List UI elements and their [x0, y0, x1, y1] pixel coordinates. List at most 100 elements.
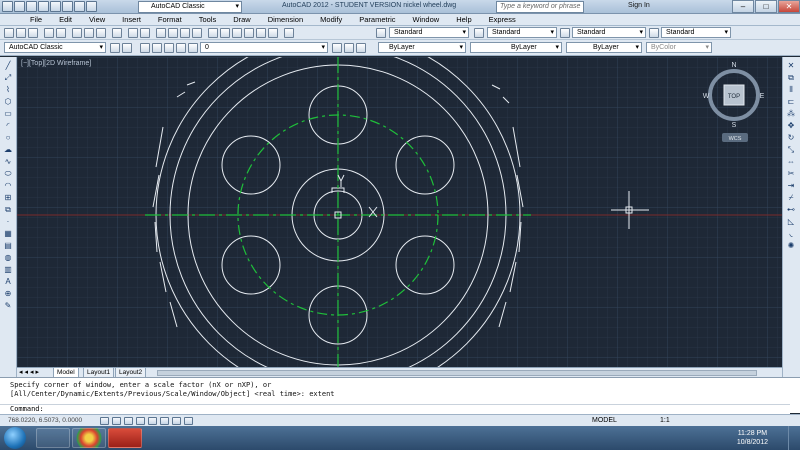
insert-block-icon[interactable]: ⊞ [3, 193, 13, 202]
menu-dimension[interactable]: Dimension [268, 14, 303, 25]
horizontal-scrollbar[interactable] [157, 370, 757, 376]
drawing-canvas[interactable]: TOP N S E W WCS [17, 57, 782, 367]
table-icon[interactable]: ▥ [3, 265, 13, 274]
copy-icon[interactable] [84, 28, 94, 38]
calculator-icon[interactable] [268, 28, 278, 38]
extend-icon[interactable]: ⇥ [786, 181, 796, 190]
sun-freeze-icon[interactable] [164, 43, 174, 53]
fillet-icon[interactable]: ◟ [786, 229, 796, 238]
lightbulb-icon[interactable] [152, 43, 162, 53]
model-space-button[interactable]: MODEL [592, 417, 617, 424]
layer-select[interactable]: 0 [200, 42, 328, 53]
lineweight-select[interactable]: ByLayer [566, 42, 642, 53]
dim-style-icon[interactable] [474, 28, 484, 38]
polyline-icon[interactable]: ⌇ [3, 85, 13, 94]
annotation-scale[interactable]: 1:1 [660, 417, 670, 424]
undo-icon[interactable] [74, 1, 85, 12]
gradient-icon[interactable]: ▤ [3, 241, 13, 250]
multiline-text-icon[interactable]: A [3, 277, 13, 286]
erase-icon[interactable]: ✎ [3, 301, 13, 310]
drawing-area[interactable]: TOP N S E W WCS [−][Top][2D Wireframe] [17, 57, 782, 367]
move-icon[interactable]: ✥ [786, 121, 796, 130]
chamfer-icon[interactable]: ◺ [786, 217, 796, 226]
menu-file[interactable]: File [30, 14, 42, 25]
layer-properties-icon[interactable] [140, 43, 150, 53]
offset-icon[interactable]: ⊏ [786, 97, 796, 106]
lwt-toggle[interactable] [184, 417, 193, 425]
construction-line-icon[interactable]: ⤢ [3, 73, 13, 82]
menu-edit[interactable]: Edit [59, 14, 72, 25]
viewport-controls-label[interactable]: [−][Top][2D Wireframe] [21, 60, 91, 67]
polar-toggle[interactable] [136, 417, 145, 425]
polygon-icon[interactable]: ⬡ [3, 97, 13, 106]
make-block-icon[interactable]: ⧉ [3, 205, 13, 214]
stretch-icon[interactable]: ⇔ [786, 157, 796, 166]
color-select[interactable]: ByLayer [378, 42, 466, 53]
text-style-select[interactable]: Standard [389, 27, 469, 38]
osnap-toggle[interactable] [148, 417, 157, 425]
zoom-previous-icon[interactable] [192, 28, 202, 38]
menu-insert[interactable]: Insert [122, 14, 141, 25]
taskbar-explorer-icon[interactable] [36, 428, 70, 448]
make-current-layer-icon[interactable] [332, 43, 342, 53]
menu-view[interactable]: View [89, 14, 105, 25]
arc-icon[interactable]: ◜ [3, 121, 13, 130]
revision-cloud-icon[interactable]: ☁ [3, 145, 13, 154]
workspace-toolbar-select[interactable]: AutoCAD Classic [4, 42, 106, 53]
workspace-settings-icon[interactable] [110, 43, 120, 53]
array-icon[interactable]: ⁂ [786, 109, 796, 118]
windows-start-icon[interactable] [4, 427, 26, 449]
linetype-select[interactable]: ByLayer [470, 42, 562, 53]
paste-icon[interactable] [96, 28, 106, 38]
command-input[interactable]: Command: [0, 404, 790, 414]
minimize-button[interactable]: – [732, 0, 754, 13]
ortho-toggle[interactable] [124, 417, 133, 425]
show-desktop-button[interactable] [788, 426, 800, 450]
layer-state-icon[interactable] [356, 43, 366, 53]
multileader-style-select[interactable]: Standard [661, 27, 731, 38]
cut-icon[interactable] [72, 28, 82, 38]
menu-express[interactable]: Express [489, 14, 516, 25]
taskbar-chrome-icon[interactable] [72, 428, 106, 448]
compass-west[interactable]: W [703, 93, 710, 100]
help-search-input[interactable]: Type a keyword or phrase [496, 1, 584, 13]
undo-icon[interactable] [128, 28, 138, 38]
erase-tool-icon[interactable]: ✕ [786, 61, 796, 70]
explode-icon[interactable]: ✺ [786, 241, 796, 250]
plot-icon[interactable] [44, 28, 54, 38]
plot-preview-icon[interactable] [56, 28, 66, 38]
maximize-button[interactable]: □ [755, 0, 777, 13]
multileader-style-icon[interactable] [649, 28, 659, 38]
save-icon[interactable] [38, 1, 49, 12]
save-icon[interactable] [28, 28, 38, 38]
app-menu-icon[interactable] [2, 1, 13, 12]
plotstyle-select[interactable]: ByColor [646, 42, 712, 53]
zoom-window-icon[interactable] [180, 28, 190, 38]
otrack-toggle[interactable] [160, 417, 169, 425]
menu-format[interactable]: Format [158, 14, 182, 25]
taskbar-autocad-icon[interactable] [108, 428, 142, 448]
open-file-icon[interactable] [26, 1, 37, 12]
table-style-select[interactable]: Standard [572, 27, 646, 38]
workspace-select[interactable]: AutoCAD Classic [138, 1, 242, 13]
properties-icon[interactable] [208, 28, 218, 38]
layer-previous-icon[interactable] [344, 43, 354, 53]
text-style-icon[interactable] [376, 28, 386, 38]
rectangle-icon[interactable]: ▭ [3, 109, 13, 118]
zoom-realtime-icon[interactable] [168, 28, 178, 38]
menu-parametric[interactable]: Parametric [359, 14, 395, 25]
rotate-icon[interactable]: ↻ [786, 133, 796, 142]
break-icon[interactable]: ⌿ [786, 193, 796, 202]
compass-east[interactable]: E [760, 93, 765, 100]
tab-scroll-arrows[interactable]: ◂◂◂▸ [19, 368, 41, 376]
markup-icon[interactable] [256, 28, 266, 38]
mirror-icon[interactable]: ⫴ [786, 85, 796, 94]
scale-icon[interactable]: ⤡ [786, 145, 796, 154]
point-icon[interactable]: · [3, 217, 13, 226]
ellipse-icon[interactable]: ⬭ [3, 169, 13, 178]
sign-in-button[interactable]: Sign In [628, 2, 650, 9]
menu-modify[interactable]: Modify [320, 14, 342, 25]
plot-icon[interactable] [62, 1, 73, 12]
lock-icon[interactable] [176, 43, 186, 53]
system-clock[interactable]: 11:28 PM 10/8/2012 [737, 429, 768, 447]
